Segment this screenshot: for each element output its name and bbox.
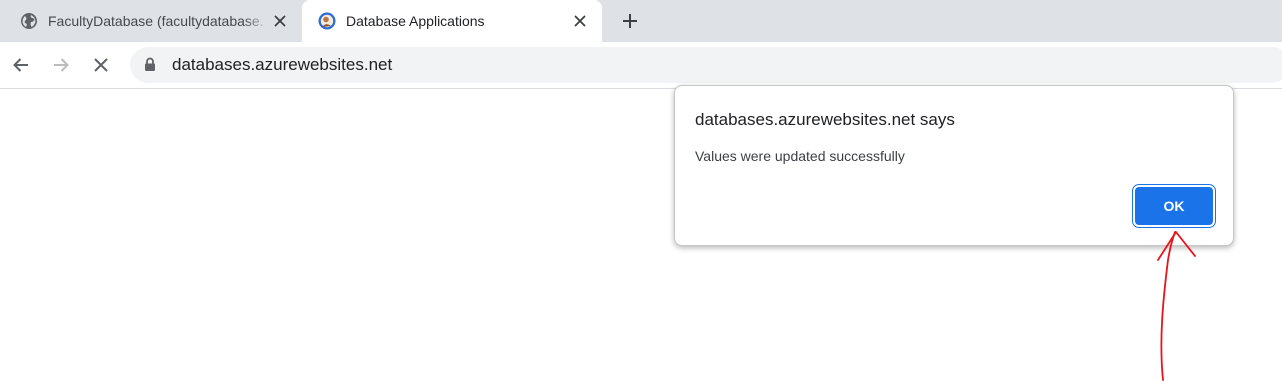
annotation-arrow	[1157, 231, 1196, 381]
